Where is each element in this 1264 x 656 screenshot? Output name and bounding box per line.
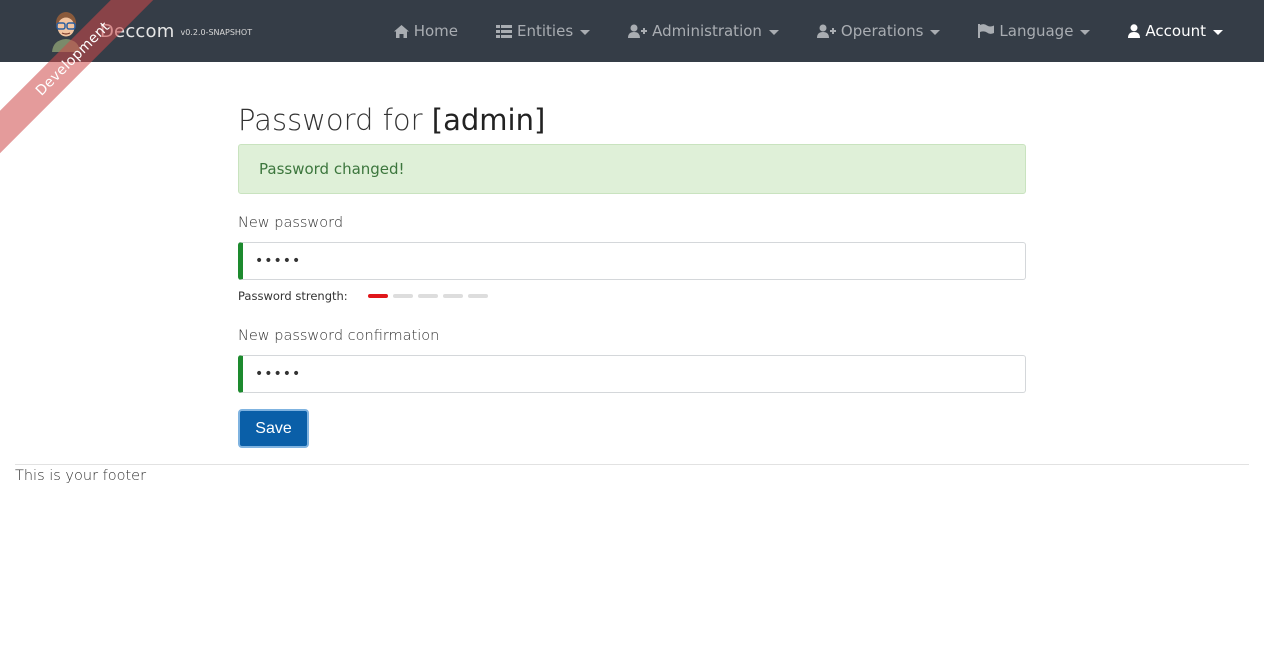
- password-strength-label: Password strength:: [238, 289, 348, 303]
- chevron-down-icon: [930, 29, 941, 35]
- chevron-down-icon: [580, 29, 591, 35]
- nav-item-entities-label: Entities: [517, 22, 574, 40]
- strength-bar: [442, 294, 463, 298]
- user-plus-icon: [628, 24, 648, 38]
- strength-bar: [417, 294, 438, 298]
- password-form: New password Password strength: New pass…: [238, 214, 1026, 448]
- flag-icon: [978, 24, 995, 38]
- nav-item-entities[interactable]: Entities: [477, 0, 609, 62]
- footer-text: This is your footer: [15, 468, 147, 484]
- footer-divider: [15, 464, 1249, 465]
- chevron-down-icon: [1213, 29, 1223, 35]
- confirm-password-field[interactable]: [238, 355, 1026, 393]
- password-page: Password for [admin] Password changed! N…: [238, 96, 1026, 448]
- brand-title: Deccom: [100, 20, 175, 42]
- nav-item-language-label: Language: [999, 22, 1074, 40]
- nav-item-home-label: Home: [413, 22, 459, 40]
- nav-item-administration[interactable]: Administration: [609, 0, 798, 62]
- page-title-login: [admin]: [431, 103, 546, 137]
- nav-item-account-label: Account: [1145, 22, 1206, 40]
- nav-item-operations-label: Operations: [840, 22, 924, 40]
- brand-version: v0.2.0-SNAPSHOT: [180, 27, 253, 37]
- home-icon: [393, 24, 409, 38]
- list-icon: [496, 24, 513, 38]
- nav-item-account[interactable]: Account: [1109, 0, 1242, 62]
- nav-item-operations[interactable]: Operations: [798, 0, 959, 62]
- chevron-down-icon: [768, 29, 779, 35]
- strength-bar: [367, 294, 388, 298]
- chevron-down-icon: [1080, 29, 1091, 35]
- navbar: Deccom v0.2.0-SNAPSHOT Home Entities Adm…: [0, 0, 1264, 62]
- page-title-prefix: Password for: [238, 103, 432, 137]
- user-plus-icon: [816, 24, 836, 38]
- password-strength: Password strength:: [238, 288, 1026, 304]
- page-title: Password for [admin]: [238, 96, 1026, 144]
- new-password-field[interactable]: [238, 242, 1026, 280]
- strength-bar: [392, 294, 413, 298]
- nav-item-language[interactable]: Language: [959, 0, 1109, 62]
- password-strength-bars: [367, 294, 493, 298]
- brand-link[interactable]: Deccom v0.2.0-SNAPSHOT: [48, 6, 252, 56]
- nav-item-home[interactable]: Home: [375, 0, 477, 62]
- nav-item-administration-label: Administration: [652, 22, 762, 40]
- form-actions: Save: [238, 409, 1026, 448]
- nav-items: Home Entities Administration Operations …: [375, 0, 1242, 62]
- success-alert: Password changed!: [238, 144, 1026, 194]
- brand-logo-icon: [52, 12, 80, 52]
- strength-bar: [467, 294, 488, 298]
- save-button[interactable]: Save: [238, 409, 309, 448]
- user-icon: [1128, 24, 1141, 38]
- new-password-label: New password: [238, 215, 344, 231]
- confirm-password-label: New password confirmation: [238, 328, 440, 344]
